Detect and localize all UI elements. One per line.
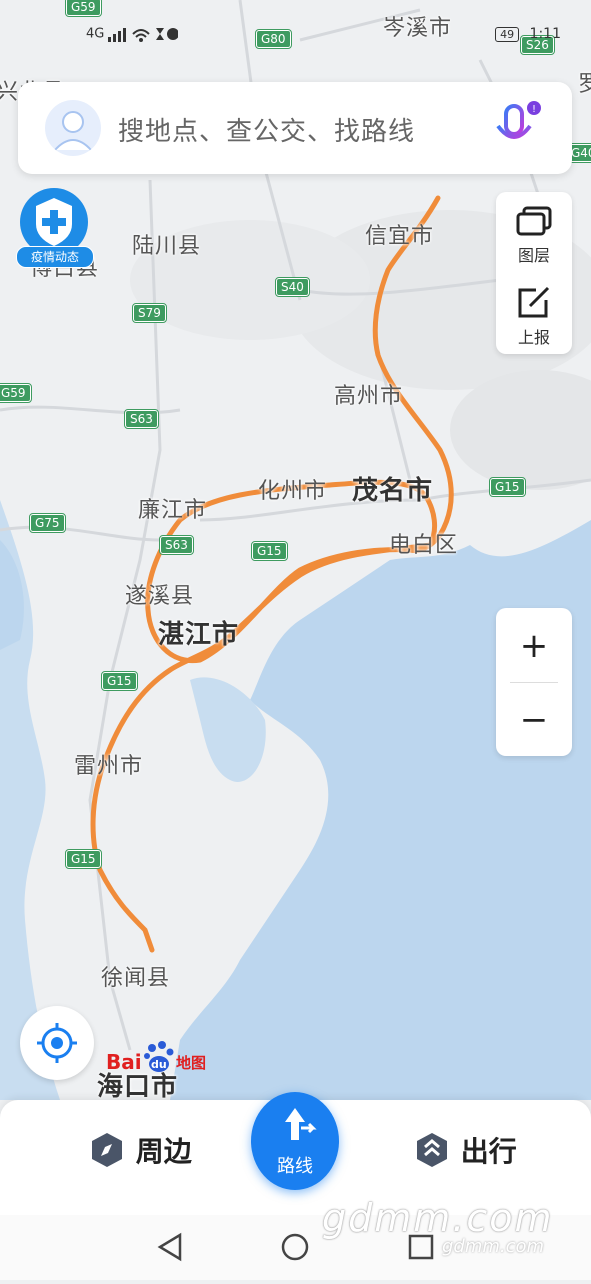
report-button[interactable]: 上报 — [496, 286, 572, 348]
travel-icon — [417, 1133, 447, 1167]
microphone-icon: ! — [496, 101, 541, 150]
battery-icon: 49 — [495, 27, 520, 42]
search-bar[interactable]: 搜地点、查公交、找路线 ! — [18, 82, 572, 174]
zoom-in-button[interactable]: + — [496, 610, 572, 682]
map-label-suixi[interactable]: 遂溪县 — [125, 578, 194, 610]
highway-shield: G15 — [251, 541, 288, 561]
highway-shield: G15 — [101, 671, 138, 691]
search-input[interactable]: 搜地点、查公交、找路线 — [118, 111, 415, 148]
map-label-gaozhou[interactable]: 高州市 — [334, 378, 403, 410]
baidu-map-logo: Bai du 地图 — [106, 1040, 216, 1076]
highway-shield: G15 — [65, 849, 102, 869]
map-label-lianjiang[interactable]: 廉江市 — [138, 492, 207, 524]
status-right: 49 1:11 — [495, 26, 561, 42]
watermark-small: gdmm.com — [442, 1236, 545, 1257]
watermark: gdmm.com — [322, 1196, 554, 1240]
route-button[interactable]: 路线 — [251, 1092, 339, 1190]
voice-search-button[interactable]: ! — [490, 100, 542, 156]
highway-shield: S63 — [124, 409, 159, 429]
network-label: 4G — [86, 26, 109, 42]
travel-button[interactable]: 出行 — [413, 1130, 517, 1170]
map-tools-panel: 图层 上报 — [496, 192, 572, 354]
route-arrow-icon — [285, 1108, 317, 1140]
highway-shield: S40 — [275, 277, 310, 297]
locate-me-button[interactable] — [20, 1006, 94, 1080]
map-label-leizhou[interactable]: 雷州市 — [74, 748, 143, 780]
status-bar: 4G 49 1:11 — [0, 22, 591, 52]
route-label: 路线 — [277, 1156, 313, 1177]
edit-icon — [518, 286, 550, 318]
svg-text:!: ! — [532, 104, 536, 115]
clock: 1:11 — [529, 26, 561, 42]
epidemic-label: 疫情动态 — [16, 246, 94, 268]
highway-shield: G75 — [29, 513, 66, 533]
travel-label: 出行 — [460, 1135, 517, 1168]
zoom-controls: + − — [496, 608, 572, 756]
map-label-zhanjiang[interactable]: 湛江市 — [158, 614, 239, 651]
layers-icon — [516, 206, 552, 236]
compass-icon — [92, 1133, 122, 1167]
baidu-logo-map: 地图 — [176, 1054, 207, 1072]
signal-icons: 4G — [86, 26, 180, 42]
location-target-icon — [37, 1023, 77, 1063]
report-label: 上报 — [517, 328, 550, 347]
highway-shield: S63 — [159, 535, 194, 555]
user-icon — [54, 111, 92, 151]
highway-shield: G59 — [0, 383, 32, 403]
highway-shield: G15 — [489, 477, 526, 497]
map-label-luchuan[interactable]: 陆川县 — [132, 228, 201, 260]
wifi-icon — [108, 28, 180, 42]
layers-label: 图层 — [517, 246, 550, 265]
back-icon — [157, 1232, 182, 1262]
epidemic-news-button[interactable]: 疫情动态 — [14, 186, 96, 272]
map-label-xuwen[interactable]: 徐闻县 — [101, 960, 170, 992]
zoom-divider — [510, 682, 558, 683]
nearby-button[interactable]: 周边 — [88, 1130, 192, 1170]
layers-button[interactable]: 图层 — [496, 204, 572, 266]
map-label-maoming[interactable]: 茂名市 — [352, 470, 433, 507]
avatar[interactable] — [45, 100, 101, 156]
map-label-dianbai[interactable]: 电白区 — [389, 527, 458, 559]
home-icon — [281, 1233, 309, 1261]
nearby-label: 周边 — [135, 1135, 192, 1168]
highway-shield: S79 — [132, 303, 167, 323]
map-label-luoding[interactable]: 罗 — [578, 66, 591, 98]
map-label-huazhou[interactable]: 化州市 — [258, 473, 327, 505]
map-label-xinyi[interactable]: 信宜市 — [365, 218, 434, 250]
highway-shield: G59 — [65, 0, 102, 17]
zoom-out-button[interactable]: − — [496, 684, 572, 756]
baidu-logo-du: du — [151, 1058, 167, 1071]
baidu-logo-text: Bai — [106, 1050, 142, 1074]
